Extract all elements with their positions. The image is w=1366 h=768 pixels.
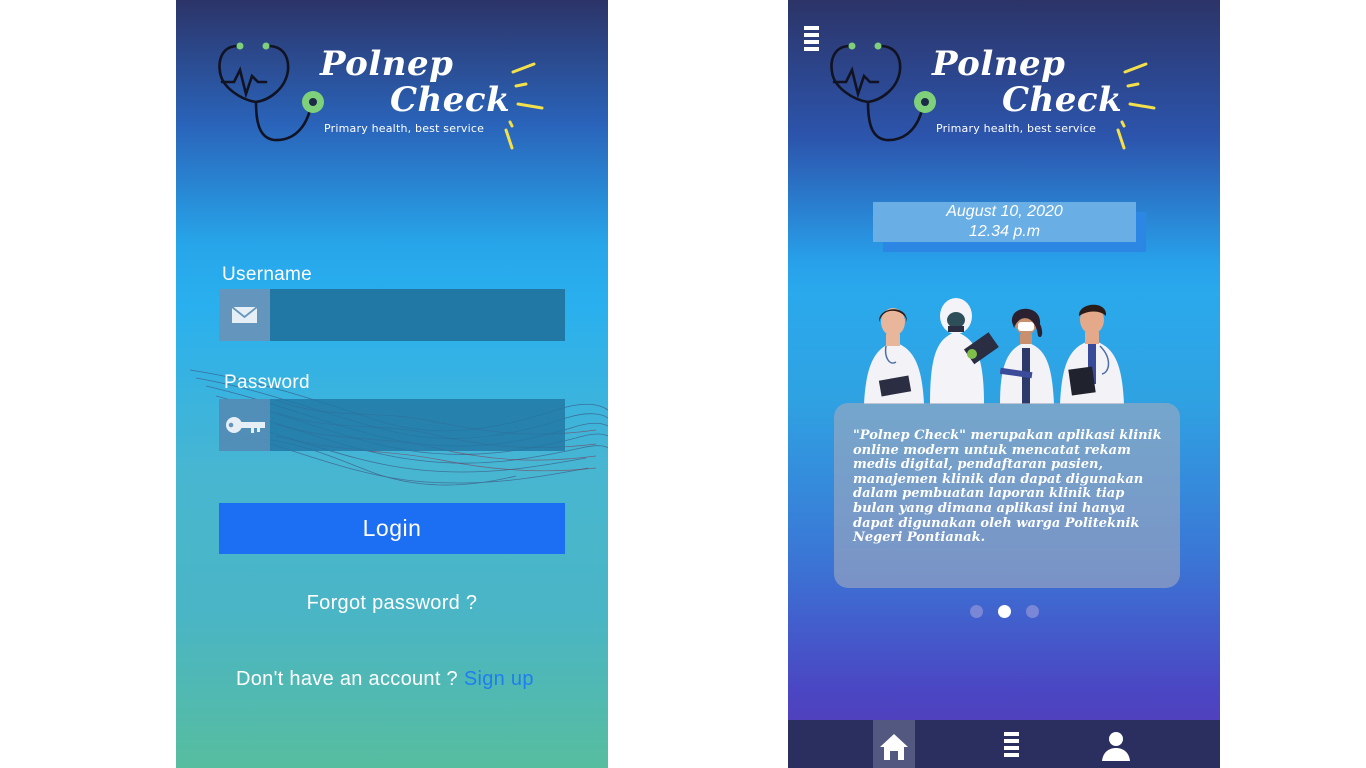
app-description: "Polnep Check" merupakan aplikasi klinik… bbox=[853, 428, 1162, 546]
user-icon bbox=[1102, 732, 1130, 761]
brand-name-line1: Polnep bbox=[932, 44, 1066, 84]
doctor-male-illustration bbox=[1060, 304, 1124, 404]
app-logo: Polnep Check Primary health, best servic… bbox=[216, 40, 546, 155]
nav-home[interactable] bbox=[873, 720, 915, 768]
datetime-panel: August 10, 2020 12.34 p.m bbox=[873, 202, 1136, 242]
brand-tagline: Primary health, best service bbox=[936, 122, 1097, 135]
carousel-dot-1[interactable] bbox=[970, 605, 983, 618]
password-label: Password bbox=[224, 372, 310, 393]
brand-tagline: Primary health, best service bbox=[324, 122, 485, 135]
signup-link[interactable]: Sign up bbox=[464, 668, 534, 690]
signup-prompt: Don't have an account ? Sign up bbox=[236, 668, 534, 691]
brand-name-line2: Check bbox=[390, 80, 511, 120]
username-field-row bbox=[219, 289, 565, 341]
current-time: 12.34 p.m bbox=[968, 223, 1041, 240]
doctor-female-illustration bbox=[864, 308, 924, 404]
bottom-navigation bbox=[788, 720, 1220, 768]
carousel-dot-2[interactable] bbox=[998, 605, 1011, 618]
current-date: August 10, 2020 bbox=[946, 203, 1063, 220]
forgot-password-link[interactable]: Forgot password ? bbox=[176, 592, 608, 615]
no-account-text: Don't have an account ? bbox=[236, 668, 458, 690]
login-button[interactable]: Login bbox=[219, 503, 565, 554]
app-logo: Polnep Check Primary health, best servic… bbox=[828, 40, 1158, 155]
key-icon bbox=[219, 399, 270, 451]
carousel-dot-3[interactable] bbox=[1026, 605, 1039, 618]
list-icon bbox=[1004, 732, 1019, 757]
hazmat-worker-illustration bbox=[930, 298, 999, 404]
brand-name-line2: Check bbox=[1002, 80, 1123, 120]
password-field-row bbox=[219, 399, 565, 451]
nav-profile[interactable] bbox=[1095, 720, 1137, 768]
app-description-card: "Polnep Check" merupakan aplikasi klinik… bbox=[834, 403, 1180, 588]
doctor-masked-illustration bbox=[999, 308, 1054, 404]
home-screen: Polnep Check Primary health, best servic… bbox=[788, 0, 1220, 768]
mail-icon bbox=[219, 289, 270, 341]
username-input[interactable] bbox=[270, 289, 565, 341]
carousel-indicator bbox=[966, 605, 1046, 619]
hamburger-menu-icon[interactable] bbox=[804, 26, 820, 52]
nav-list[interactable] bbox=[990, 720, 1032, 768]
login-screen: Polnep Check Primary health, best servic… bbox=[176, 0, 608, 768]
username-label: Username bbox=[222, 264, 313, 285]
medical-staff-illustration bbox=[864, 298, 1124, 404]
home-icon bbox=[880, 734, 908, 760]
password-input[interactable] bbox=[270, 399, 565, 451]
brand-name-line1: Polnep bbox=[320, 44, 454, 84]
